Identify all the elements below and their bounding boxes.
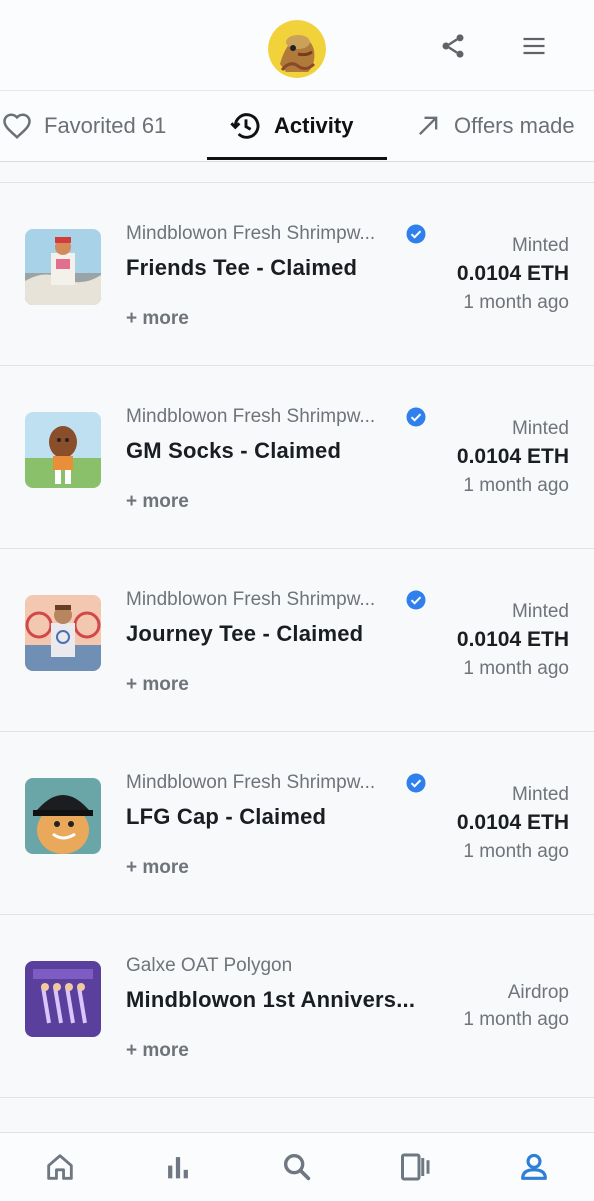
item-title[interactable]: GM Socks - Claimed xyxy=(126,438,341,464)
tab-favorited-label: Favorited 61 xyxy=(44,113,167,138)
avatar-image xyxy=(268,20,326,78)
activity-type: Minted xyxy=(511,601,569,622)
tab-favorited[interactable]: Favorited 61 xyxy=(2,91,166,161)
menu-icon[interactable] xyxy=(518,30,550,62)
activity-row[interactable]: Mindblowon Fresh Shrimpw... GM Socks - C… xyxy=(0,365,594,548)
collection-name[interactable]: Mindblowon Fresh Shrimpw... xyxy=(126,772,375,794)
collection-name[interactable]: Mindblowon Fresh Shrimpw... xyxy=(126,223,375,245)
activity-time: 1 month ago xyxy=(463,658,569,679)
stats-icon[interactable] xyxy=(158,1147,198,1187)
activity-row[interactable]: Mindblowon Fresh Shrimpw... Journey Tee … xyxy=(0,548,594,731)
nft-thumbnail xyxy=(25,412,101,488)
history-icon xyxy=(230,113,260,139)
item-title[interactable]: Friends Tee - Claimed xyxy=(126,255,357,281)
activity-row[interactable]: Mindblowon Fresh Shrimpw... LFG Cap - Cl… xyxy=(0,731,594,914)
more-link[interactable]: + more xyxy=(126,308,189,330)
activity-price: 0.0104 ETH xyxy=(456,445,569,468)
collection-name[interactable]: Mindblowon Fresh Shrimpw... xyxy=(126,589,375,611)
verified-badge-icon xyxy=(406,590,426,610)
cards-icon[interactable] xyxy=(396,1147,436,1187)
activity-type: Minted xyxy=(511,235,569,256)
tab-offers-made-label: Offers made xyxy=(454,113,575,138)
nft-thumbnail xyxy=(25,229,101,305)
nft-thumbnail xyxy=(25,961,101,1037)
tab-activity[interactable]: Activity xyxy=(230,91,353,161)
nft-thumbnail xyxy=(25,778,101,854)
item-title[interactable]: Mindblowon 1st Annivers... xyxy=(126,987,415,1013)
collection-name[interactable]: Mindblowon Fresh Shrimpw... xyxy=(126,406,375,428)
bottom-navigation xyxy=(0,1132,594,1201)
activity-time: 1 month ago xyxy=(463,1009,569,1030)
activity-price: 0.0104 ETH xyxy=(456,811,569,834)
activity-type: Minted xyxy=(511,784,569,805)
top-bar xyxy=(0,0,594,91)
profile-tabs: Favorited 61 Activity Offers made xyxy=(0,91,594,162)
profile-avatar[interactable] xyxy=(268,20,326,78)
tab-offers-made[interactable]: Offers made xyxy=(414,91,575,161)
activity-price: 0.0104 ETH xyxy=(456,628,569,651)
activity-type: Airdrop xyxy=(507,982,569,1003)
activity-price: 0.0104 ETH xyxy=(456,262,569,285)
more-link[interactable]: + more xyxy=(126,491,189,513)
collection-name[interactable]: Galxe OAT Polygon xyxy=(126,955,292,977)
profile-icon[interactable] xyxy=(514,1147,554,1187)
share-icon[interactable] xyxy=(437,30,469,62)
verified-badge-icon xyxy=(406,407,426,427)
verified-badge-icon xyxy=(406,773,426,793)
more-link[interactable]: + more xyxy=(126,674,189,696)
more-link[interactable]: + more xyxy=(126,1040,189,1062)
heart-icon xyxy=(3,113,31,139)
activity-time: 1 month ago xyxy=(463,841,569,862)
arrow-up-right-icon xyxy=(419,116,438,135)
item-title[interactable]: Journey Tee - Claimed xyxy=(126,621,363,647)
activity-time: 1 month ago xyxy=(463,292,569,313)
search-icon[interactable] xyxy=(277,1147,317,1187)
activity-row[interactable]: Galxe OAT Polygon Mindblowon 1st Anniver… xyxy=(0,914,594,1097)
activity-row[interactable]: Mindblowon Fresh Shrimpw... Friends Tee … xyxy=(0,182,594,365)
activity-type: Minted xyxy=(511,418,569,439)
nft-thumbnail xyxy=(25,595,101,671)
item-title[interactable]: LFG Cap - Claimed xyxy=(126,804,326,830)
activity-time: 1 month ago xyxy=(463,475,569,496)
home-icon[interactable] xyxy=(40,1147,80,1187)
active-tab-indicator xyxy=(207,157,387,160)
more-link[interactable]: + more xyxy=(126,857,189,879)
tab-activity-label: Activity xyxy=(274,113,354,138)
verified-badge-icon xyxy=(406,224,426,244)
